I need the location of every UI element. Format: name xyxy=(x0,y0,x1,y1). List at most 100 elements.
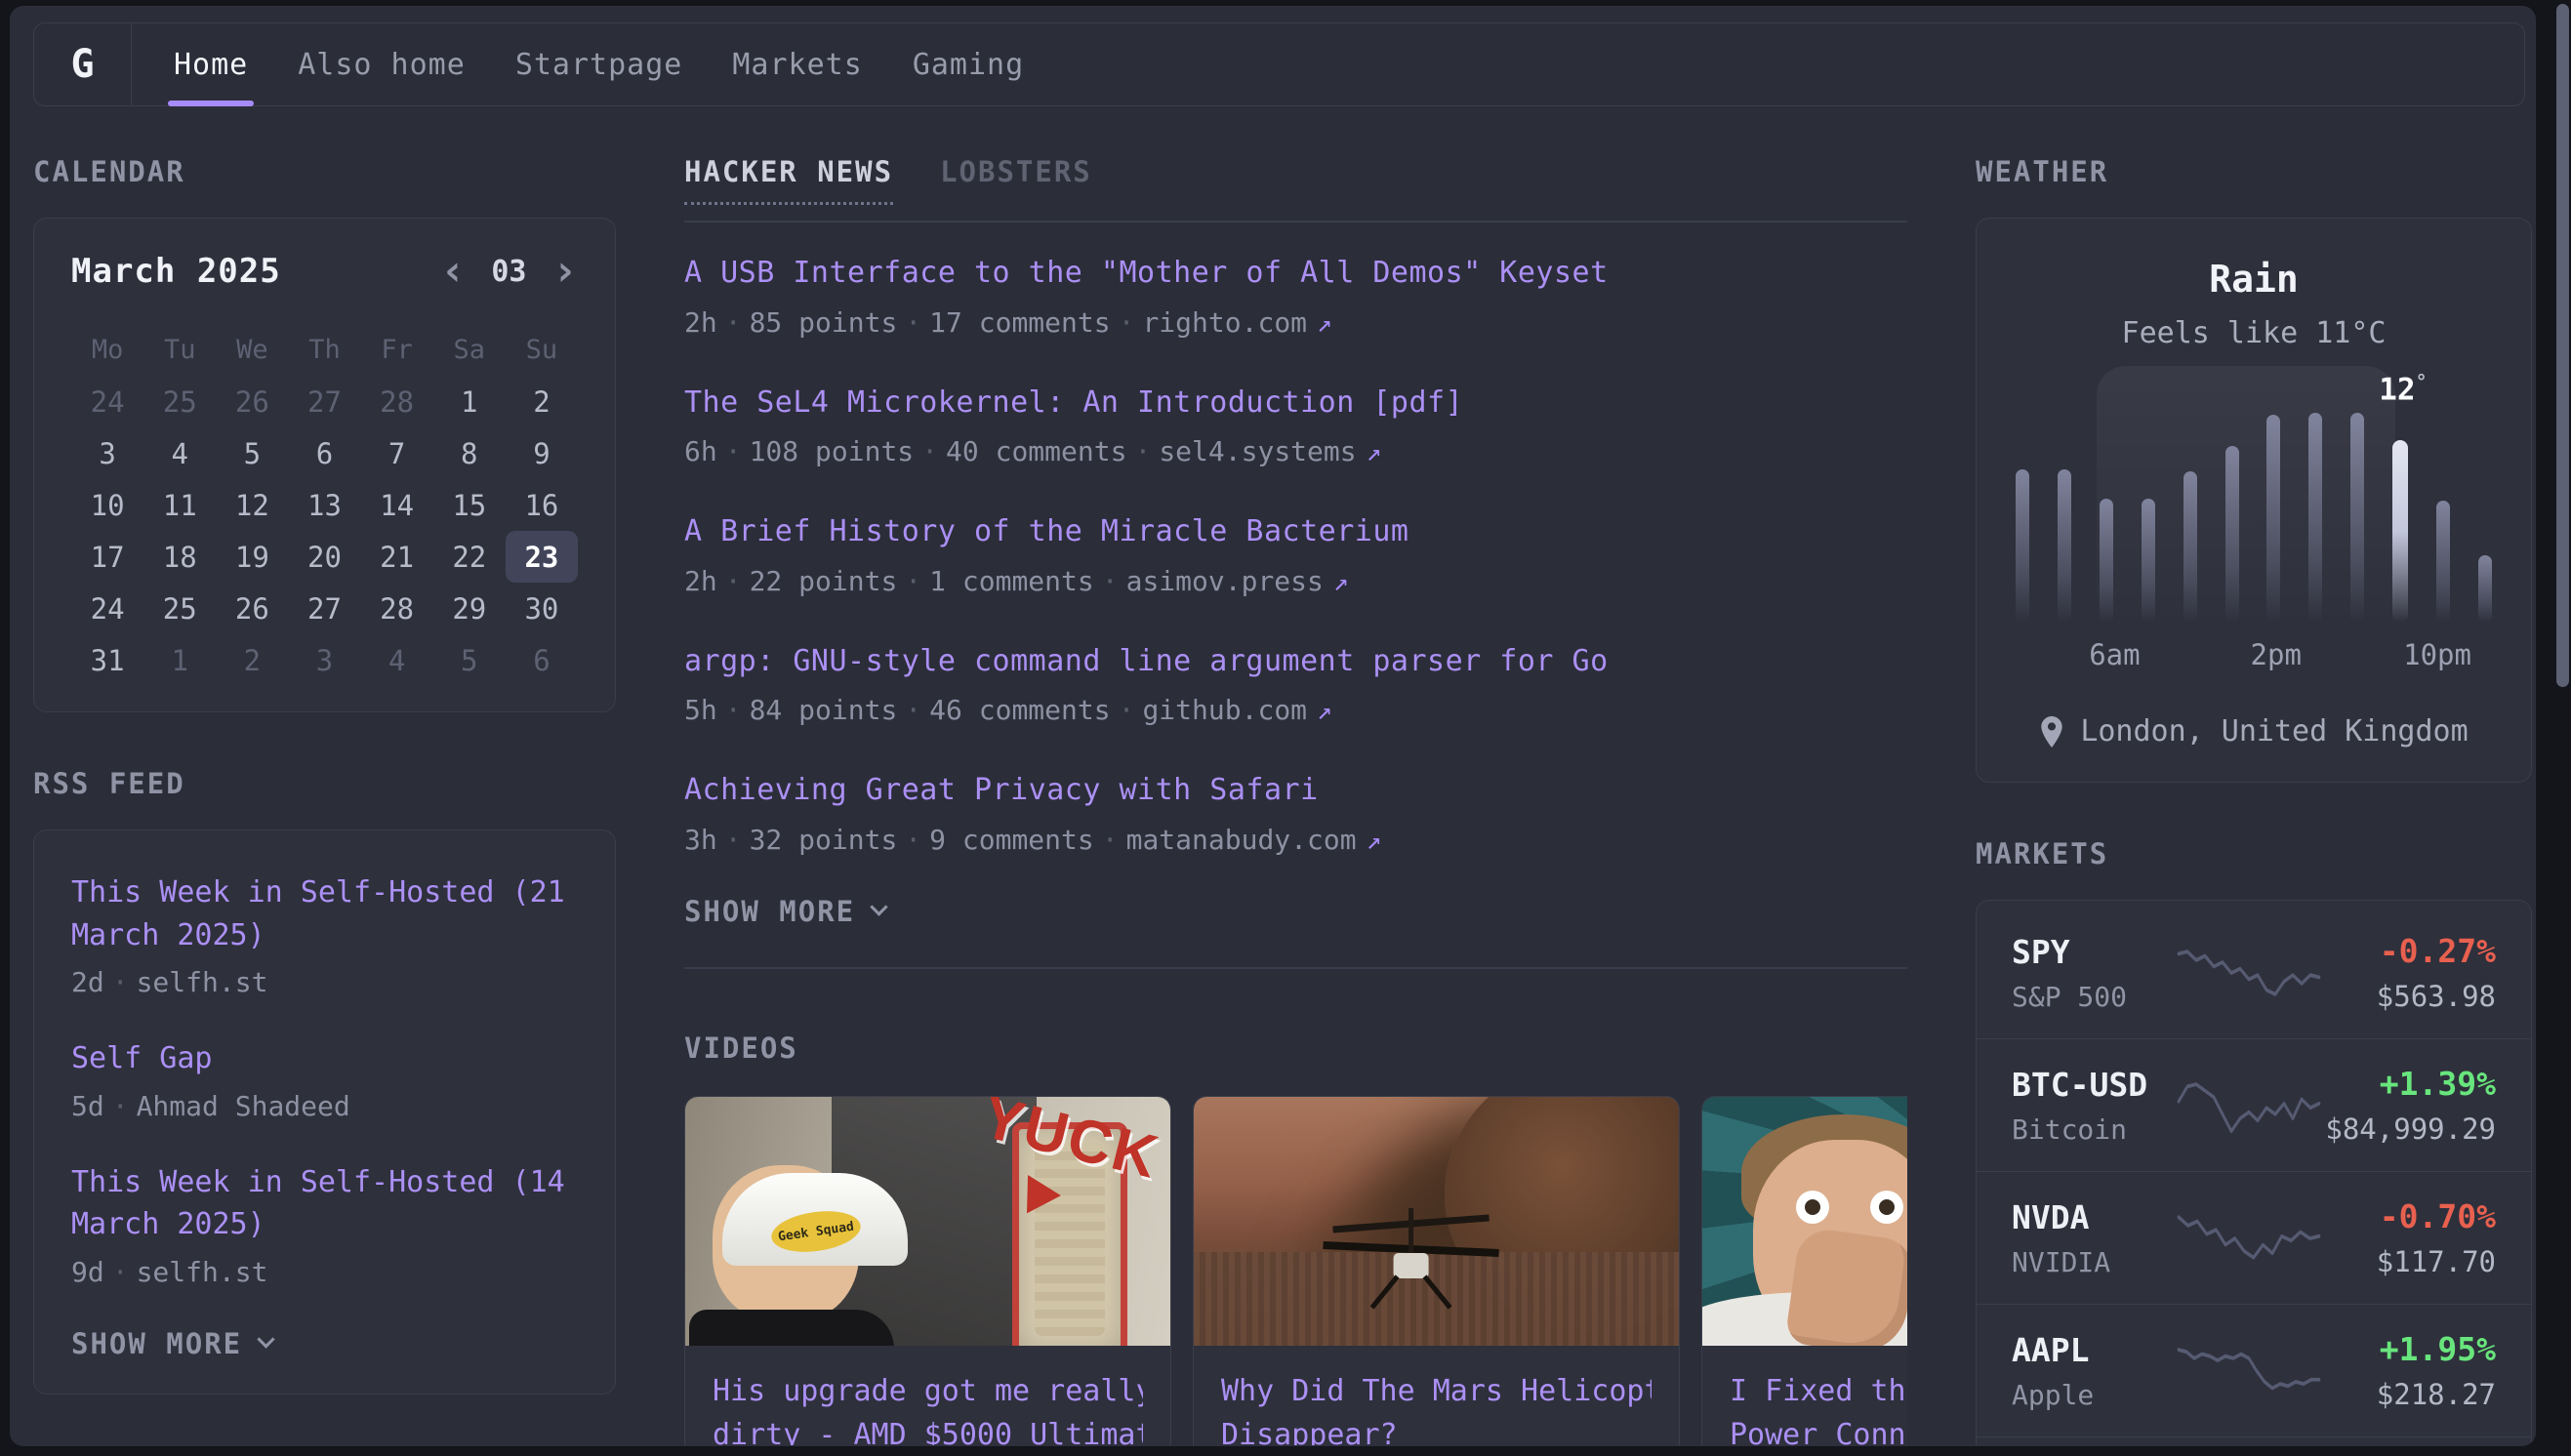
weather-condition: Rain xyxy=(2012,258,2496,301)
calendar-day[interactable]: 14 xyxy=(361,479,433,531)
calendar-day[interactable]: 2 xyxy=(506,376,578,427)
rss-item-source: selfh.st xyxy=(137,966,268,998)
nav-item-home[interactable]: Home xyxy=(174,23,248,105)
weather-axis-label: 2pm xyxy=(2251,638,2302,671)
news-item-meta: 5h·84 points·46 comments·github.com↗ xyxy=(684,694,1907,726)
calendar-day[interactable]: 31 xyxy=(71,634,143,686)
calendar-day[interactable]: 22 xyxy=(433,531,506,583)
calendar-day[interactable]: 25 xyxy=(143,376,216,427)
calendar-day[interactable]: 6 xyxy=(506,634,578,686)
video-title-line: Power Connect xyxy=(1730,1413,1907,1447)
market-name: NVIDIA xyxy=(2012,1246,2176,1278)
calendar-day[interactable]: 11 xyxy=(143,479,216,531)
calendar-day[interactable]: 24 xyxy=(71,583,143,634)
rss-item-link[interactable]: This Week in Self-Hosted (21 March 2025) xyxy=(71,871,578,956)
calendar-day[interactable]: 26 xyxy=(216,583,288,634)
news-item-link[interactable]: A Brief History of the Miracle Bacterium xyxy=(684,510,1907,553)
markets-card: SPYS&P 500-0.27%$563.98BTC-USDBitcoin+1.… xyxy=(1976,900,2532,1446)
calendar-day[interactable]: 29 xyxy=(433,583,506,634)
calendar-day[interactable]: 16 xyxy=(506,479,578,531)
calendar-day[interactable]: 4 xyxy=(143,427,216,479)
calendar-day[interactable]: 19 xyxy=(216,531,288,583)
rss-item-link[interactable]: Self Gap xyxy=(71,1037,578,1080)
calendar-day[interactable]: 26 xyxy=(216,376,288,427)
calendar-next-icon[interactable]: › xyxy=(552,257,579,286)
calendar-month-badge: 03 xyxy=(491,255,526,289)
nav-item-also-home[interactable]: Also home xyxy=(298,23,466,105)
news-item-comments: 46 comments xyxy=(929,694,1110,726)
location-pin-icon xyxy=(2039,716,2064,748)
person-art: Geek Squad xyxy=(713,1165,859,1321)
news-item-link[interactable]: Achieving Great Privacy with Safari xyxy=(684,769,1907,812)
app-logo[interactable]: G xyxy=(34,23,132,105)
left-column: CALENDAR March 2025 ‹ 03 › MoTuWeThFrSaS… xyxy=(33,106,616,1446)
rss-item-link[interactable]: This Week in Self-Hosted (14 March 2025) xyxy=(71,1161,578,1246)
market-values: +1.39%$84,999.29 xyxy=(2322,1065,2496,1146)
calendar-day[interactable]: 30 xyxy=(506,583,578,634)
calendar-day[interactable]: 5 xyxy=(433,634,506,686)
calendar-prev-icon[interactable]: ‹ xyxy=(440,257,467,286)
page-scrollbar-thumb[interactable] xyxy=(2556,4,2569,687)
news-show-more-button[interactable]: SHOW MORE xyxy=(684,895,1907,928)
market-symbol: AAPL xyxy=(2012,1331,2176,1369)
news-item-link[interactable]: argp: GNU-style command line argument pa… xyxy=(684,640,1907,683)
top-navbar: G Home Also home Startpage Markets Gaming xyxy=(33,22,2525,106)
nav-item-startpage[interactable]: Startpage xyxy=(515,23,683,105)
market-symbol: NVDA xyxy=(2012,1198,2176,1236)
market-row-nvda[interactable]: NVDANVIDIA-0.70%$117.70 xyxy=(1977,1171,2531,1304)
market-row-msft[interactable]: MSFTMicrosoft+1.14%$391.26 xyxy=(1977,1436,2531,1446)
calendar-day[interactable]: 15 xyxy=(433,479,506,531)
calendar-day[interactable]: 18 xyxy=(143,531,216,583)
calendar-day[interactable]: 2 xyxy=(216,634,288,686)
calendar-day[interactable]: 20 xyxy=(288,531,360,583)
calendar-day[interactable]: 21 xyxy=(361,531,433,583)
calendar-day[interactable]: 28 xyxy=(361,376,433,427)
calendar-day[interactable]: 27 xyxy=(288,583,360,634)
news-item-link[interactable]: The SeL4 Microkernel: An Introduction [p… xyxy=(684,382,1907,425)
calendar-day[interactable]: 10 xyxy=(71,479,143,531)
nav-item-gaming[interactable]: Gaming xyxy=(913,23,1024,105)
calendar-card: March 2025 ‹ 03 › MoTuWeThFrSaSu24252627… xyxy=(33,218,616,712)
tab-hacker-news[interactable]: HACKER NEWS xyxy=(684,155,893,205)
calendar-day[interactable]: 1 xyxy=(143,634,216,686)
calendar-day[interactable]: 12 xyxy=(216,479,288,531)
tab-lobsters[interactable]: LOBSTERS xyxy=(940,155,1092,188)
calendar-day[interactable]: 6 xyxy=(288,427,360,479)
calendar-day[interactable]: 24 xyxy=(71,376,143,427)
news-item-link[interactable]: A USB Interface to the "Mother of All De… xyxy=(684,252,1907,295)
calendar-day[interactable]: 25 xyxy=(143,583,216,634)
videos-divider xyxy=(684,967,1907,969)
calendar-day[interactable]: 9 xyxy=(506,427,578,479)
calendar-day[interactable]: 4 xyxy=(361,634,433,686)
calendar-day[interactable]: 17 xyxy=(71,531,143,583)
dot-separator: · xyxy=(914,435,946,467)
rss-show-more-button[interactable]: SHOW MORE xyxy=(71,1327,578,1360)
calendar-day[interactable]: 1 xyxy=(433,376,506,427)
calendar-day[interactable]: 8 xyxy=(433,427,506,479)
calendar-day[interactable]: 27 xyxy=(288,376,360,427)
video-card[interactable]: DOTHTI Fixed the 5Power Connect3d·Linus … xyxy=(1701,1096,1907,1447)
market-row-btc-usd[interactable]: BTC-USDBitcoin+1.39%$84,999.29 xyxy=(1977,1038,2531,1171)
market-sparkline xyxy=(2176,939,2322,1007)
calendar-day[interactable]: 28 xyxy=(361,583,433,634)
calendar-day[interactable]: 7 xyxy=(361,427,433,479)
video-card[interactable]: Why Did The Mars HelicopterDisappear?2d·… xyxy=(1193,1096,1680,1447)
video-title-line: I Fixed the 5 xyxy=(1730,1369,1907,1413)
markets-section-title: MARKETS xyxy=(1976,837,2532,870)
market-symbol: SPY xyxy=(2012,933,2176,971)
helmet-art: Geek Squad xyxy=(722,1173,908,1266)
market-price: $563.98 xyxy=(2322,980,2496,1013)
rss-item-meta: 2d·selfh.st xyxy=(71,966,578,998)
video-card[interactable]: Geek SquadYUCKHis upgrade got me reallyd… xyxy=(684,1096,1171,1447)
news-item-points: 84 points xyxy=(750,694,898,726)
calendar-day[interactable]: 13 xyxy=(288,479,360,531)
calendar-day[interactable]: 3 xyxy=(288,634,360,686)
nav-item-markets[interactable]: Markets xyxy=(732,23,862,105)
calendar-day[interactable]: 3 xyxy=(71,427,143,479)
calendar-day[interactable]: 5 xyxy=(216,427,288,479)
video-title-line: Why Did The Mars Helicopter xyxy=(1221,1369,1652,1413)
calendar-day-selected[interactable]: 23 xyxy=(506,531,578,583)
market-row-aapl[interactable]: AAPLApple+1.95%$218.27 xyxy=(1977,1304,2531,1436)
market-row-spy[interactable]: SPYS&P 500-0.27%$563.98 xyxy=(1977,907,2531,1038)
weather-chart: 12° xyxy=(2012,413,2496,623)
